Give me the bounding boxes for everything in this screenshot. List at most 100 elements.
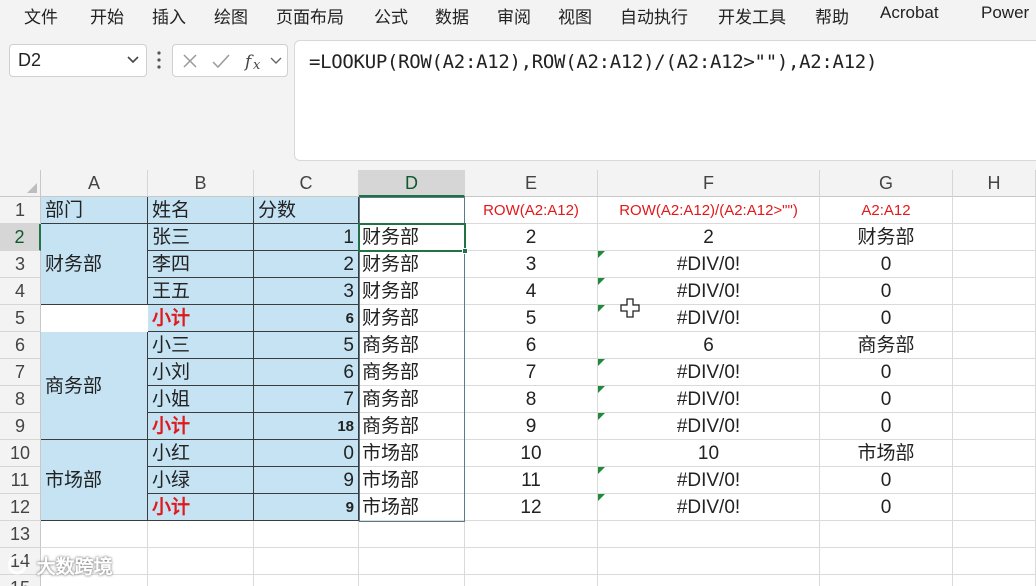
- cell-g15[interactable]: [820, 575, 953, 586]
- cell-e9[interactable]: 9: [465, 413, 598, 440]
- cell-d12[interactable]: 市场部: [359, 494, 465, 521]
- cell-b15[interactable]: [148, 575, 254, 586]
- cell-g4[interactable]: 0: [820, 278, 953, 305]
- cell-d1[interactable]: [359, 197, 465, 224]
- cell-h1[interactable]: [953, 197, 1036, 224]
- menu-help[interactable]: 帮助: [815, 3, 849, 28]
- cell-b7[interactable]: 小刘: [148, 359, 254, 386]
- cell-e11[interactable]: 11: [465, 467, 598, 494]
- cell-g8[interactable]: 0: [820, 386, 953, 413]
- cell-b6[interactable]: 小三: [148, 332, 254, 359]
- column-header-c[interactable]: C: [254, 170, 359, 197]
- cell-e3[interactable]: 3: [465, 251, 598, 278]
- column-header-a[interactable]: A: [41, 170, 148, 197]
- cell-h3[interactable]: [953, 251, 1036, 278]
- cell-h11[interactable]: [953, 467, 1036, 494]
- cell-b8[interactable]: 小姐: [148, 386, 254, 413]
- row-header[interactable]: 9: [0, 413, 41, 440]
- cell-g14[interactable]: [820, 548, 953, 575]
- cell-d11[interactable]: 市场部: [359, 467, 465, 494]
- row-header[interactable]: 3: [0, 251, 41, 278]
- cell-f15[interactable]: [598, 575, 820, 586]
- cell-f6[interactable]: 6: [598, 332, 820, 359]
- cell-h10[interactable]: [953, 440, 1036, 467]
- cell-e8[interactable]: 8: [465, 386, 598, 413]
- cell-d10[interactable]: 市场部: [359, 440, 465, 467]
- cell-g1[interactable]: A2:A12: [820, 197, 953, 224]
- cell-f14[interactable]: [598, 548, 820, 575]
- cell-b13[interactable]: [148, 521, 254, 548]
- menu-view[interactable]: 视图: [558, 3, 592, 28]
- cell-b11[interactable]: 小绿: [148, 467, 254, 494]
- cancel-icon[interactable]: [181, 52, 199, 70]
- cell-g11[interactable]: 0: [820, 467, 953, 494]
- row-header[interactable]: 2: [0, 224, 41, 251]
- cell-c1[interactable]: 分数: [254, 197, 359, 224]
- cell-d15[interactable]: [359, 575, 465, 586]
- insert-function-icon[interactable]: fx: [243, 49, 267, 73]
- cell-c6[interactable]: 5: [254, 332, 359, 359]
- chevron-down-icon[interactable]: [269, 53, 283, 69]
- column-header-h[interactable]: H: [953, 170, 1036, 197]
- row-header[interactable]: 1: [0, 197, 41, 224]
- cell-c12[interactable]: 9: [254, 494, 359, 521]
- menu-draw[interactable]: 绘图: [214, 3, 248, 28]
- cell-c10[interactable]: 0: [254, 440, 359, 467]
- cell-e14[interactable]: [465, 548, 598, 575]
- cell-department-merged[interactable]: 商务部: [41, 332, 148, 440]
- menu-review[interactable]: 审阅: [497, 3, 531, 28]
- cell-c5[interactable]: 6: [254, 305, 359, 332]
- row-header[interactable]: 12: [0, 494, 41, 521]
- select-all-corner[interactable]: [0, 170, 41, 197]
- cell-f11[interactable]: #DIV/0!: [598, 467, 820, 494]
- menu-home[interactable]: 开始: [90, 3, 124, 28]
- row-header[interactable]: 6: [0, 332, 41, 359]
- column-header-g[interactable]: G: [820, 170, 953, 197]
- column-header-f[interactable]: F: [598, 170, 820, 197]
- cell-c14[interactable]: [254, 548, 359, 575]
- cell-d7[interactable]: 商务部: [359, 359, 465, 386]
- cell-g5[interactable]: 0: [820, 305, 953, 332]
- cell-h7[interactable]: [953, 359, 1036, 386]
- row-header[interactable]: 7: [0, 359, 41, 386]
- row-header[interactable]: 4: [0, 278, 41, 305]
- confirm-icon[interactable]: [211, 52, 231, 70]
- cell-e10[interactable]: 10: [465, 440, 598, 467]
- cell-b2[interactable]: 张三: [148, 224, 254, 251]
- row-header[interactable]: 5: [0, 305, 41, 332]
- cell-f10[interactable]: 10: [598, 440, 820, 467]
- cell-g6[interactable]: 商务部: [820, 332, 953, 359]
- cell-b9[interactable]: 小计: [148, 413, 254, 440]
- row-header[interactable]: 11: [0, 467, 41, 494]
- cell-h9[interactable]: [953, 413, 1036, 440]
- cell-f12[interactable]: #DIV/0!: [598, 494, 820, 521]
- cell-b3[interactable]: 李四: [148, 251, 254, 278]
- cell-department-merged[interactable]: 市场部: [41, 440, 148, 521]
- cell-c2[interactable]: 1: [254, 224, 359, 251]
- cell-e7[interactable]: 7: [465, 359, 598, 386]
- cell-d14[interactable]: [359, 548, 465, 575]
- cell-c13[interactable]: [254, 521, 359, 548]
- cell-h5[interactable]: [953, 305, 1036, 332]
- cell-h15[interactable]: [953, 575, 1036, 586]
- cell-c15[interactable]: [254, 575, 359, 586]
- cell-e2[interactable]: 2: [465, 224, 598, 251]
- cell-e12[interactable]: 12: [465, 494, 598, 521]
- cell-f1[interactable]: ROW(A2:A12)/(A2:A12>""): [598, 197, 820, 224]
- cell-e13[interactable]: [465, 521, 598, 548]
- cell-g13[interactable]: [820, 521, 953, 548]
- cell-h2[interactable]: [953, 224, 1036, 251]
- cell-d13[interactable]: [359, 521, 465, 548]
- cell-department-merged[interactable]: 财务部: [41, 224, 148, 305]
- cell-h13[interactable]: [953, 521, 1036, 548]
- cell-h4[interactable]: [953, 278, 1036, 305]
- cell-c11[interactable]: 9: [254, 467, 359, 494]
- cell-e5[interactable]: 5: [465, 305, 598, 332]
- cell-g3[interactable]: 0: [820, 251, 953, 278]
- menu-page-layout[interactable]: 页面布局: [276, 3, 344, 28]
- cell-f7[interactable]: #DIV/0!: [598, 359, 820, 386]
- cell-f3[interactable]: #DIV/0!: [598, 251, 820, 278]
- cell-f13[interactable]: [598, 521, 820, 548]
- cell-h6[interactable]: [953, 332, 1036, 359]
- cell-e4[interactable]: 4: [465, 278, 598, 305]
